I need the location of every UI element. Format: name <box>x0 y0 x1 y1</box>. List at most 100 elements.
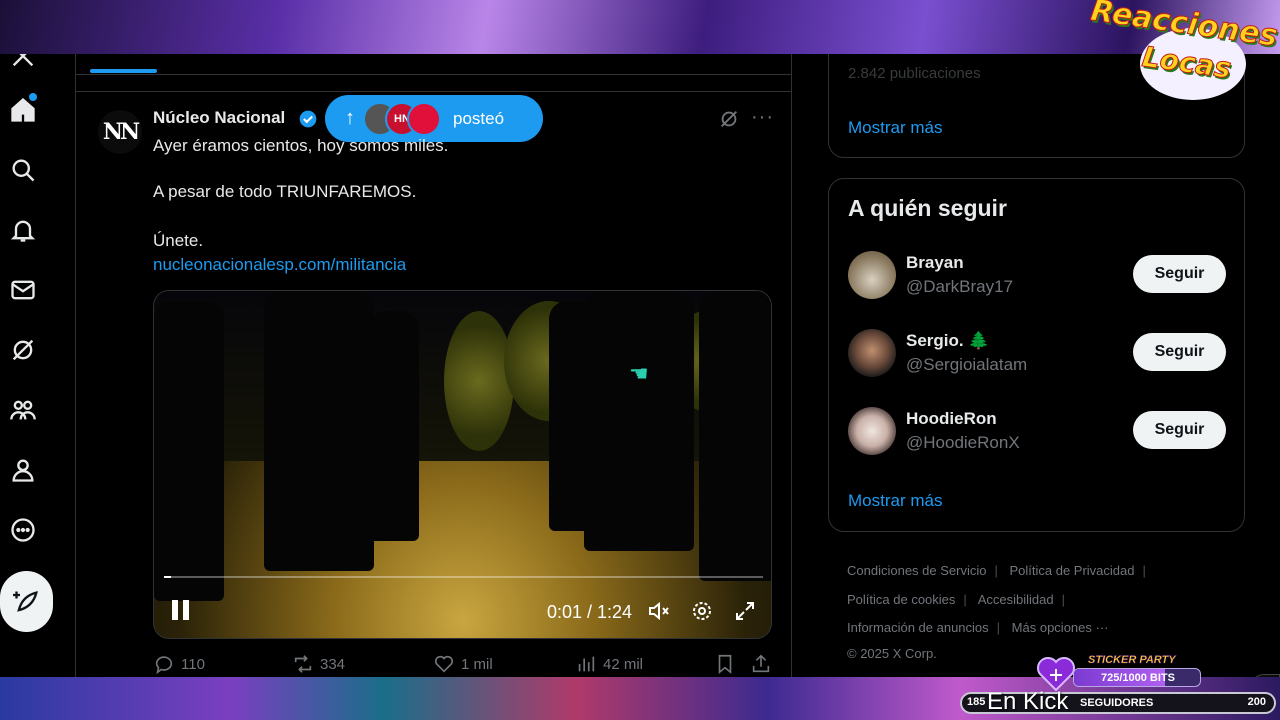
suggestion-name[interactable]: Brayan <box>906 253 964 273</box>
home-icon[interactable] <box>5 92 41 128</box>
share-icon <box>752 654 770 673</box>
copyright: © 2025 X Corp. <box>847 645 937 661</box>
repost-icon <box>294 655 312 673</box>
sticker-heart-icon <box>1037 657 1075 692</box>
profile-icon[interactable] <box>5 452 41 488</box>
share-button[interactable] <box>750 653 778 675</box>
tweet-video[interactable]: ☚ 0:01 / 1:24 <box>153 290 772 639</box>
tweet-text-line1: Ayer éramos cientos, hoy somos miles. <box>153 136 449 155</box>
pause-bar <box>172 600 178 620</box>
avatar[interactable] <box>848 407 896 455</box>
tweet-link[interactable]: nucleonacionalesp.com/militancia <box>153 255 406 275</box>
follow-button[interactable]: Seguir <box>1133 411 1226 449</box>
timeline: NN Núcleo Nacional ··· ↑ HN posteó Ayer … <box>75 54 792 677</box>
reply-icon <box>155 656 173 675</box>
follow-suggestion[interactable]: Brayan @DarkBray17 Seguir <box>848 251 1228 311</box>
author-name[interactable]: Núcleo Nacional <box>153 108 285 128</box>
active-tab-indicator <box>90 69 157 73</box>
footer-links: Condiciones de Servicio | Política de Pri… <box>847 557 1247 665</box>
video-progress-fill <box>164 576 172 578</box>
mute-icon[interactable] <box>647 599 673 625</box>
video-person <box>154 301 224 601</box>
suggestion-name[interactable]: HoodieRon <box>906 409 997 429</box>
more-icon[interactable]: ··· <box>751 107 773 129</box>
new-posts-pill[interactable]: ↑ HN posteó <box>325 95 543 142</box>
grok-icon[interactable] <box>5 332 41 368</box>
followers-goal: 200 <box>1247 696 1266 708</box>
reply-count: 110 <box>181 655 205 673</box>
notification-dot <box>29 93 37 101</box>
pill-avatars: HN <box>363 101 443 136</box>
bell-icon[interactable] <box>5 212 41 248</box>
x-app-window: NN Núcleo Nacional ··· ↑ HN posteó Ayer … <box>0 54 1280 677</box>
settings-gear-icon[interactable] <box>690 599 716 625</box>
video-progress-track[interactable] <box>164 576 763 578</box>
video-person <box>699 291 771 581</box>
show-more-link[interactable]: Mostrar más <box>848 491 942 511</box>
x-logo-icon[interactable] <box>5 54 41 67</box>
terms-link[interactable]: Condiciones de Servicio <box>847 563 986 578</box>
video-tree <box>444 311 514 451</box>
ads-info-link[interactable]: Información de anuncios <box>847 620 989 635</box>
privacy-link[interactable]: Política de Privacidad <box>1009 563 1134 578</box>
posted-label: posteó <box>453 108 505 128</box>
followers-current: 185 <box>967 696 986 708</box>
avatar[interactable] <box>848 329 896 377</box>
video-person <box>584 291 694 551</box>
repost-button[interactable]: 334 <box>292 653 345 675</box>
more-options-icon[interactable] <box>5 512 41 548</box>
separator: | <box>994 563 998 578</box>
arrow-up-icon: ↑ <box>345 107 355 129</box>
bookmark-button[interactable] <box>714 653 742 675</box>
pause-bar <box>183 600 189 620</box>
views-count: 42 mil <box>603 655 644 673</box>
tweet-text-line2: A pesar de todo TRIUNFAREMOS. <box>153 182 417 201</box>
tab-divider <box>76 74 792 75</box>
feather-icon <box>12 590 38 612</box>
heart-icon <box>434 655 454 673</box>
follow-button[interactable]: Seguir <box>1133 333 1226 371</box>
sticker-progress-text: 725/1000 BITS <box>1101 672 1175 684</box>
separator: | <box>963 591 967 607</box>
views-chart-icon <box>578 656 595 672</box>
communities-icon[interactable] <box>5 392 41 428</box>
accessibility-link[interactable]: Accesibilidad <box>978 592 1054 607</box>
suggestion-handle: @DarkBray17 <box>906 277 1014 296</box>
follow-button[interactable]: Seguir <box>1133 255 1226 293</box>
separator: | <box>1142 563 1146 578</box>
follow-suggestion[interactable]: Sergio. 🌲 @Sergioialatam Seguir <box>848 329 1228 389</box>
tweet[interactable]: NN Núcleo Nacional ··· ↑ HN posteó Ayer … <box>76 91 792 677</box>
mail-icon[interactable] <box>5 272 41 308</box>
separator: | <box>1061 591 1065 607</box>
suggestion-handle: @HoodieRonX <box>906 433 1020 452</box>
video-person <box>264 291 374 571</box>
author-avatar[interactable]: NN <box>98 110 142 154</box>
left-nav <box>0 54 60 677</box>
trend-post-count: 2.842 publicaciones <box>848 65 981 82</box>
tweet-text-line3: Únete. <box>153 231 204 250</box>
search-icon[interactable] <box>5 152 41 188</box>
who-to-follow-box: A quién seguir Brayan @DarkBray17 Seguir… <box>828 178 1245 532</box>
verified-badge-icon <box>299 110 317 128</box>
bookmark-icon <box>718 654 732 675</box>
show-more-link[interactable]: Mostrar más <box>848 118 942 138</box>
reply-button[interactable]: 110 <box>153 653 205 675</box>
follow-suggestion[interactable]: HoodieRon @HoodieRonX Seguir <box>848 407 1228 467</box>
suggestion-name[interactable]: Sergio. 🌲 <box>906 331 990 351</box>
hand-cursor-icon: ☚ <box>629 361 649 386</box>
followers-label: SEGUIDORES <box>1080 697 1154 709</box>
kick-label: En Kick <box>987 688 1069 715</box>
pause-button[interactable] <box>172 600 192 622</box>
views-button[interactable]: 42 mil <box>575 653 643 675</box>
more-options-link[interactable]: Más opciones ··· <box>1012 620 1109 635</box>
compose-post-button[interactable] <box>0 571 53 632</box>
cookies-link[interactable]: Política de cookies <box>847 592 955 607</box>
video-time: 0:01 / 1:24 <box>547 602 633 622</box>
grok-explain-icon[interactable] <box>718 108 740 130</box>
avatar[interactable] <box>848 251 896 299</box>
fullscreen-icon[interactable] <box>733 599 759 625</box>
who-to-follow-title: A quién seguir <box>848 195 1007 221</box>
like-button[interactable]: 1 mil <box>433 653 493 675</box>
like-count: 1 mil <box>461 655 493 673</box>
video-person <box>369 311 419 541</box>
